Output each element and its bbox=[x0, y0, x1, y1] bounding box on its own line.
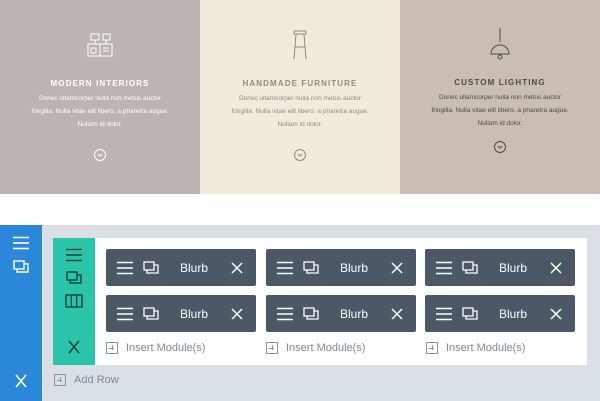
feature-column-custom-lighting: CUSTOM LIGHTING Donec ullamcorper nulla … bbox=[400, 0, 600, 194]
close-icon[interactable] bbox=[549, 261, 563, 280]
duplicate-icon[interactable] bbox=[461, 307, 479, 326]
insert-module-button[interactable]: Insert Module(s) bbox=[266, 342, 416, 356]
hamburger-icon[interactable] bbox=[435, 307, 453, 326]
plus-icon bbox=[266, 342, 278, 354]
feature-title: CUSTOM LIGHTING bbox=[454, 78, 546, 87]
insert-module-button[interactable]: Insert Module(s) bbox=[426, 342, 576, 356]
blurb-module[interactable]: Blurb bbox=[266, 295, 416, 332]
hamburger-icon[interactable] bbox=[116, 261, 134, 280]
page-preview: MODERN INTERIORS Donec ullamcorper nulla… bbox=[0, 0, 600, 194]
hamburger-icon[interactable] bbox=[276, 307, 294, 326]
duplicate-icon[interactable] bbox=[461, 261, 479, 280]
module-label: Blurb bbox=[499, 307, 528, 321]
feature-title: MODERN INTERIORS bbox=[50, 79, 150, 88]
module-label: Blurb bbox=[180, 261, 209, 275]
chevron-down-icon[interactable] bbox=[94, 149, 106, 161]
blurb-module[interactable]: Blurb bbox=[106, 249, 256, 286]
module-label: Blurb bbox=[180, 307, 209, 321]
close-icon[interactable] bbox=[11, 374, 31, 393]
add-row-label: Add Row bbox=[74, 374, 119, 386]
chevron-down-icon[interactable] bbox=[494, 141, 506, 153]
module-label: Blurb bbox=[499, 261, 528, 275]
close-icon[interactable] bbox=[65, 340, 83, 359]
feature-title: HANDMADE FURNITURE bbox=[242, 79, 358, 88]
section-settings-bar bbox=[0, 225, 42, 401]
close-icon[interactable] bbox=[549, 307, 563, 326]
chevron-down-icon[interactable] bbox=[294, 149, 306, 161]
kitchen-icon bbox=[85, 30, 115, 65]
close-icon[interactable] bbox=[230, 307, 244, 326]
stool-icon bbox=[290, 29, 310, 66]
feature-text: Donec ullamcorper nulla non metus auctor… bbox=[231, 95, 369, 128]
hamburger-icon[interactable] bbox=[11, 236, 31, 255]
blurb-module[interactable]: Blurb bbox=[425, 249, 575, 286]
close-icon[interactable] bbox=[390, 261, 404, 280]
add-row-button[interactable]: Add Row bbox=[54, 374, 154, 388]
module-label: Blurb bbox=[340, 261, 369, 275]
plus-icon bbox=[54, 374, 66, 386]
columns-icon[interactable] bbox=[65, 294, 83, 313]
page-builder: Blurb Blurb Blurb Blurb Blurb Blurb Inse… bbox=[0, 225, 600, 401]
feature-text: Donec ullamcorper nulla non metus auctor… bbox=[31, 95, 169, 128]
blurb-module[interactable]: Blurb bbox=[425, 295, 575, 332]
duplicate-icon[interactable] bbox=[11, 260, 31, 279]
plus-icon bbox=[106, 342, 118, 354]
close-icon[interactable] bbox=[390, 307, 404, 326]
module-label: Blurb bbox=[340, 307, 369, 321]
blurb-module[interactable]: Blurb bbox=[266, 249, 416, 286]
duplicate-icon[interactable] bbox=[302, 307, 320, 326]
hamburger-icon[interactable] bbox=[435, 261, 453, 280]
duplicate-icon[interactable] bbox=[65, 271, 83, 290]
feature-column-modern-interiors: MODERN INTERIORS Donec ullamcorper nulla… bbox=[0, 0, 200, 194]
hamburger-icon[interactable] bbox=[276, 261, 294, 280]
row-settings-bar bbox=[53, 238, 95, 365]
duplicate-icon[interactable] bbox=[302, 261, 320, 280]
hamburger-icon[interactable] bbox=[65, 248, 83, 267]
blurb-module[interactable]: Blurb bbox=[106, 295, 256, 332]
insert-module-label: Insert Module(s) bbox=[126, 342, 206, 354]
close-icon[interactable] bbox=[230, 261, 244, 280]
duplicate-icon[interactable] bbox=[142, 261, 160, 280]
insert-module-button[interactable]: Insert Module(s) bbox=[106, 342, 256, 356]
hamburger-icon[interactable] bbox=[116, 307, 134, 326]
insert-module-label: Insert Module(s) bbox=[286, 342, 366, 354]
plus-icon bbox=[426, 342, 438, 354]
feature-column-handmade-furniture: HANDMADE FURNITURE Donec ullamcorper nul… bbox=[200, 0, 400, 194]
pendant-lamp-icon bbox=[488, 28, 512, 69]
feature-text: Donec ullamcorper nulla non metus auctor… bbox=[431, 94, 569, 127]
duplicate-icon[interactable] bbox=[142, 307, 160, 326]
insert-module-label: Insert Module(s) bbox=[446, 342, 526, 354]
